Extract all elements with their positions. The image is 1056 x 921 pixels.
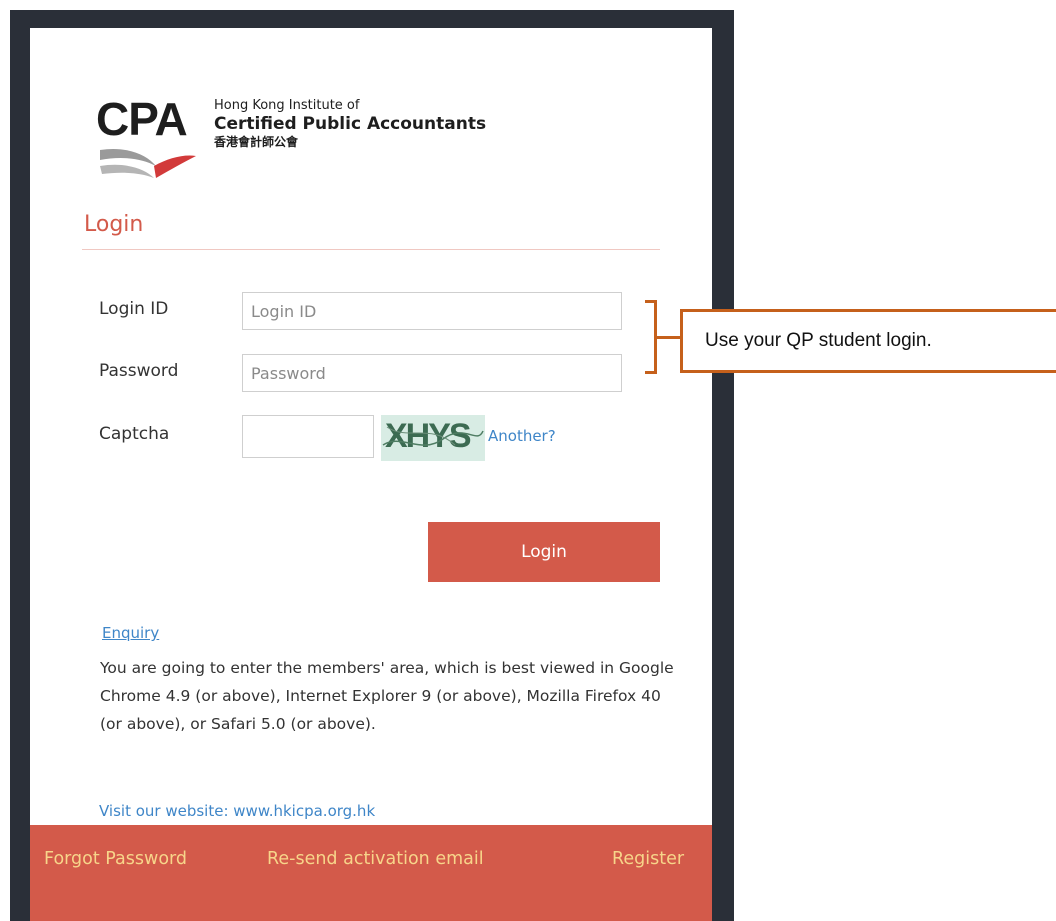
register-link[interactable]: Register <box>612 849 684 869</box>
callout-box: Use your QP student login. <box>680 309 1056 373</box>
captcha-image: XHYS <box>381 415 485 461</box>
swoosh-icon <box>100 148 196 178</box>
password-label: Password <box>99 361 179 381</box>
captcha-noise <box>382 426 484 446</box>
resend-activation-link[interactable]: Re-send activation email <box>267 849 484 869</box>
org-name: Hong Kong Institute of Certified Public … <box>214 98 486 150</box>
heading-divider <box>82 249 660 250</box>
callout-connector <box>657 336 680 339</box>
captcha-label: Captcha <box>99 424 170 444</box>
callout-text: Use your QP student login. <box>705 330 932 351</box>
login-button[interactable]: Login <box>428 522 660 582</box>
login-id-input[interactable] <box>242 292 622 330</box>
logo-mark: CPA <box>96 93 188 145</box>
browser-notice: You are going to enter the members' area… <box>100 659 674 733</box>
website-link[interactable]: Visit our website: www.hkicpa.org.hk <box>99 802 375 820</box>
captcha-refresh-link[interactable]: Another? <box>488 427 556 445</box>
login-card: CPA Hong Kong Institute of Certified Pub… <box>30 28 712 921</box>
hkicpa-logo: CPA Hong Kong Institute of Certified Pub… <box>96 96 516 196</box>
org-name-line1: Hong Kong Institute of <box>214 98 360 113</box>
enquiry-link[interactable]: Enquiry <box>102 624 159 642</box>
login-id-label: Login ID <box>99 299 169 319</box>
captcha-input[interactable] <box>242 415 374 458</box>
org-name-line2: Certified Public Accountants <box>214 114 487 134</box>
footer-bar: Forgot Password Re-send activation email… <box>30 825 712 921</box>
org-name-chinese: 香港會計師公會 <box>214 135 299 149</box>
password-input[interactable] <box>242 354 622 392</box>
forgot-password-link[interactable]: Forgot Password <box>44 849 187 869</box>
callout-bracket <box>645 300 657 374</box>
login-heading: Login <box>84 212 144 237</box>
